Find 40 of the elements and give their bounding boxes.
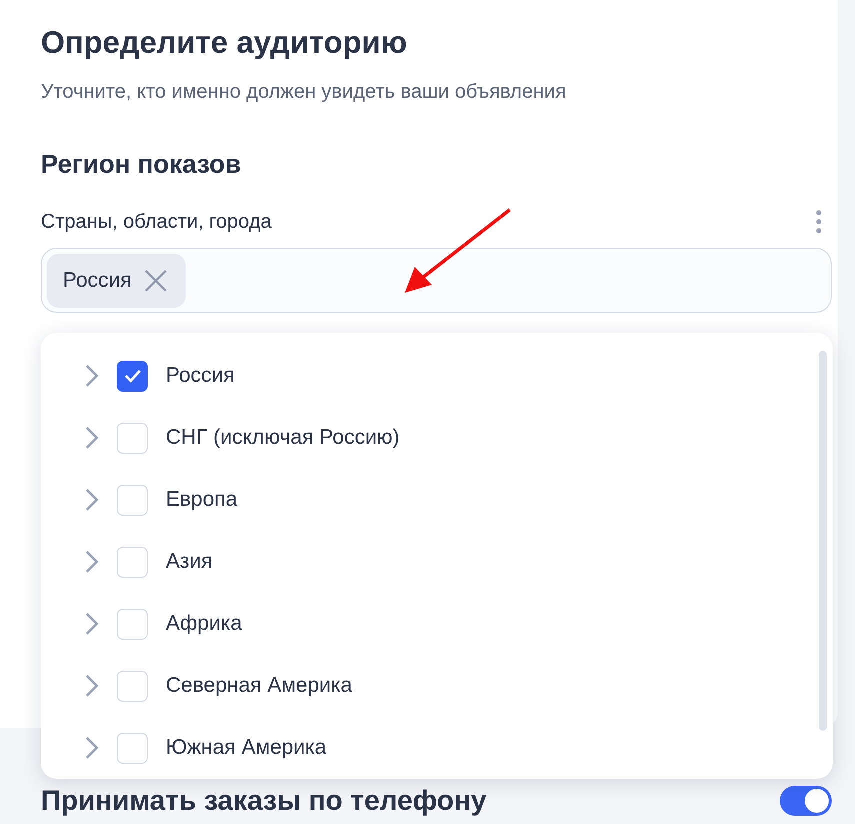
phone-orders-label: Принимать заказы по телефону xyxy=(41,784,487,818)
page-subtitle: Уточните, кто именно должен увидеть ваши объявления xyxy=(41,80,568,105)
scrollbar-thumb[interactable] xyxy=(819,351,827,731)
option-label: Европа xyxy=(166,487,238,513)
phone-orders-toggle[interactable] xyxy=(780,786,832,816)
region-option[interactable]: Азия xyxy=(41,531,813,593)
option-label: СНГ (исключая Россию) xyxy=(166,425,400,451)
field-label: Страны, области, города xyxy=(41,210,272,235)
option-checkbox[interactable] xyxy=(117,422,148,454)
more-options-icon[interactable] xyxy=(816,210,822,234)
chevron-right-icon[interactable] xyxy=(85,612,99,636)
option-checkbox[interactable] xyxy=(117,546,148,578)
checkmark-icon xyxy=(124,369,142,383)
region-option[interactable]: СНГ (исключая Россию) xyxy=(41,407,813,469)
option-label: Россия xyxy=(166,363,235,389)
chevron-right-icon[interactable] xyxy=(85,550,99,574)
page-title: Определите аудиторию xyxy=(41,24,408,62)
chevron-right-icon[interactable] xyxy=(85,674,99,698)
option-checkbox[interactable] xyxy=(117,608,148,640)
option-checkbox[interactable] xyxy=(117,360,148,392)
section-heading: Регион показов xyxy=(41,148,242,180)
region-input-field[interactable]: Россия xyxy=(41,248,832,313)
close-icon[interactable] xyxy=(144,268,168,292)
region-option[interactable]: Россия xyxy=(41,345,813,407)
region-option[interactable]: Северная Америка xyxy=(41,655,813,717)
chevron-right-icon[interactable] xyxy=(85,736,99,760)
option-label: Южная Америка xyxy=(166,735,327,761)
region-option[interactable]: Африка xyxy=(41,593,813,655)
option-checkbox[interactable] xyxy=(117,484,148,516)
region-option[interactable]: Южная Америка xyxy=(41,717,813,779)
chevron-right-icon[interactable] xyxy=(85,426,99,450)
chevron-right-icon[interactable] xyxy=(85,364,99,388)
option-label: Северная Америка xyxy=(166,673,352,699)
option-label: Африка xyxy=(166,611,242,637)
option-checkbox[interactable] xyxy=(117,732,148,764)
chevron-right-icon[interactable] xyxy=(85,488,99,512)
option-checkbox[interactable] xyxy=(117,670,148,702)
chip-label: Россия xyxy=(63,268,132,294)
region-option[interactable]: Европа xyxy=(41,469,813,531)
option-label: Азия xyxy=(166,549,213,575)
